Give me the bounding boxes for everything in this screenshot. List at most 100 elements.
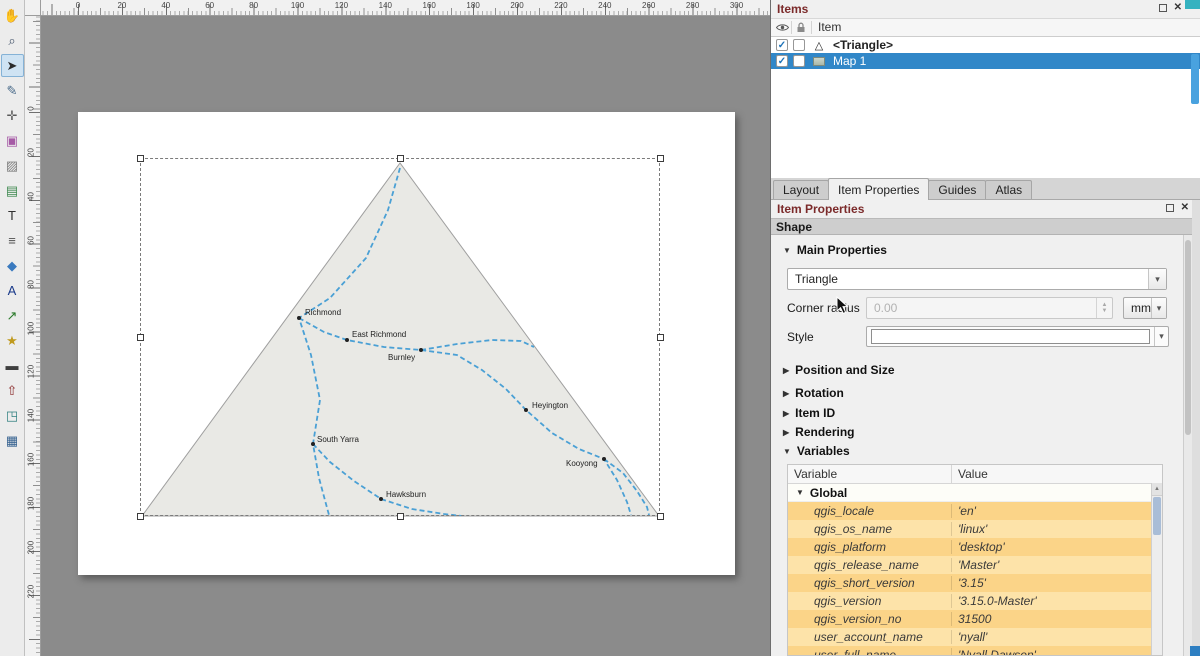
add-label-tool-icon[interactable]: T [1,204,24,227]
add-map-tool-icon[interactable]: ▤ [1,179,24,202]
add-image-tool-icon[interactable]: ▨ [1,154,24,177]
visibility-checkbox[interactable] [776,55,788,67]
section-rotation[interactable]: ▶Rotation [783,386,844,400]
ruler-number: 40 [161,1,170,10]
chevron-down-icon: ▾ [1148,269,1166,289]
variable-row[interactable]: qgis_release_name'Master' [788,556,1162,574]
items-panel: Items ✕ Item △<Triangle>Map [771,0,1200,181]
qgis-layout-window: ✋⌕➤✎✛▣▨▤T≡◆A↗★▬⇧◳▦ 020406080100120140160… [0,0,1200,656]
add-attribute-table-tool-icon[interactable]: ▦ [1,429,24,452]
item-label: <Triangle> [833,38,893,52]
main-properties-group[interactable]: ▼ Main Properties [783,243,887,257]
variables-group-row[interactable]: ▼ Global [788,484,1162,502]
close-panel-icon[interactable]: ✕ [1174,3,1182,13]
item-properties-titlebar: Item Properties ✕ [771,200,1200,218]
variable-row[interactable]: user_account_name'nyall' [788,628,1162,646]
ruler-number: 0 [27,101,36,117]
unit-select[interactable]: mm ▾ [1123,297,1167,319]
selection-handle[interactable] [137,334,144,341]
triangle-item-icon: △ [811,39,827,52]
svg-text:Burnley: Burnley [388,353,415,362]
spinner-arrows-icon[interactable]: ▲▼ [1096,298,1112,318]
variable-name: qgis_version_no [788,612,952,626]
add-star-tool-icon[interactable]: ★ [1,329,24,352]
tab-layout[interactable]: Layout [773,180,829,199]
variable-row[interactable]: qgis_version'3.15.0-Master' [788,592,1162,610]
selection-handle[interactable] [657,334,664,341]
add-legend-tool-icon[interactable]: ≡ [1,229,24,252]
corner-radius-label: Corner radius [787,301,860,315]
add-shape-tool-icon[interactable]: ◆ [1,254,24,277]
layout-page[interactable]: RichmondEast RichmondBurnleyHeyingtonSou… [78,112,735,575]
variable-row[interactable]: qgis_locale'en' [788,502,1162,520]
shape-type-select[interactable]: Triangle ▾ [787,268,1167,290]
properties-scrollbar[interactable] [1183,235,1192,656]
triangle-map-item[interactable]: RichmondEast RichmondBurnleyHeyingtonSou… [78,112,735,575]
scrollbar-thumb[interactable] [1185,240,1191,435]
svg-text:Richmond: Richmond [305,308,341,317]
tab-guides[interactable]: Guides [928,180,986,199]
section-rendering[interactable]: ▶Rendering [783,425,855,439]
collapse-arrow-icon: ▼ [783,447,791,456]
variable-value: 'desktop' [952,540,1162,554]
item-row-triangle[interactable]: △ <Triangle> [771,37,1200,53]
selection-handle[interactable] [137,155,144,162]
items-panel-titlebar: Items ✕ [771,0,1200,18]
variables-group[interactable]: ▼ Variables [783,444,850,458]
item-label: Map 1 [833,54,866,68]
pan-tool-icon[interactable]: ✋ [1,4,24,27]
float-panel-icon[interactable] [1159,4,1167,12]
variable-row[interactable]: qgis_os_name'linux' [788,520,1162,538]
corner-radius-input[interactable]: 0.00 ▲▼ [866,297,1113,319]
section-item-id[interactable]: ▶Item ID [783,406,835,420]
lock-checkbox[interactable] [793,55,805,67]
left-toolbar: ✋⌕➤✎✛▣▨▤T≡◆A↗★▬⇧◳▦ [0,0,25,656]
variable-row[interactable]: qgis_short_version'3.15' [788,574,1162,592]
add-north-arrow-tool-icon[interactable]: ⇧ [1,379,24,402]
chevron-down-icon: ▾ [1151,298,1166,318]
item-properties-panel: ▼ Main Properties Triangle ▾ Corner radi… [771,235,1183,656]
scrollbar-thumb[interactable] [1153,497,1161,535]
variable-value: '3.15.0-Master' [952,594,1162,608]
visibility-checkbox[interactable] [776,39,788,51]
selection-handle[interactable] [397,155,404,162]
tab-atlas[interactable]: Atlas [985,180,1032,199]
selection-handle[interactable] [657,513,664,520]
scroll-up-icon[interactable]: ▲ [1152,483,1162,496]
add-html-frame-tool-icon[interactable]: ◳ [1,404,24,427]
ruler-number: 160 [423,1,436,10]
selection-handle[interactable] [657,155,664,162]
add-scalebar-tool-icon[interactable]: ▬ [1,354,24,377]
items-column-header: Item [818,20,841,34]
variables-table: Variable Value ▼ Global qgis_locale'en'q… [787,464,1163,656]
add-arrow-tool-icon[interactable]: ↗ [1,304,24,327]
lock-checkbox[interactable] [793,39,805,51]
section-position-and-size[interactable]: ▶Position and Size [783,363,895,377]
zoom-tool-icon[interactable]: ⌕ [1,29,24,52]
items-scrollbar[interactable] [1191,54,1199,104]
variable-row[interactable]: qgis_platform'desktop' [788,538,1162,556]
selection-handle[interactable] [137,513,144,520]
float-properties-icon[interactable] [1166,204,1174,212]
style-button[interactable]: ▾ [866,326,1169,347]
svg-text:East Richmond: East Richmond [352,330,406,339]
add-text-tool-icon[interactable]: A [1,279,24,302]
tab-item-properties[interactable]: Item Properties [828,178,929,200]
add-picture-tool-icon[interactable]: ▣ [1,129,24,152]
move-item-content-tool-icon[interactable]: ✛ [1,104,24,127]
edit-nodes-tool-icon[interactable]: ✎ [1,79,24,102]
layout-canvas[interactable]: RichmondEast RichmondBurnleyHeyingtonSou… [41,16,770,656]
variable-row[interactable]: qgis_version_no31500 [788,610,1162,628]
visibility-eye-icon [776,23,789,32]
close-properties-icon[interactable]: ✕ [1181,203,1189,213]
variable-value: 'en' [952,504,1162,518]
variable-row[interactable]: user_full_name'Nyall Dawson' [788,646,1162,656]
item-type-header: Shape [771,218,1200,235]
selection-handle[interactable] [397,513,404,520]
items-panel-title: Items [777,2,808,16]
variable-value: '3.15' [952,576,1162,590]
variable-name: qgis_os_name [788,522,952,536]
item-row-map1[interactable]: Map 1 [771,53,1200,69]
variables-scrollbar[interactable]: ▲ [1151,483,1162,655]
select-items-tool-icon[interactable]: ➤ [1,54,24,77]
